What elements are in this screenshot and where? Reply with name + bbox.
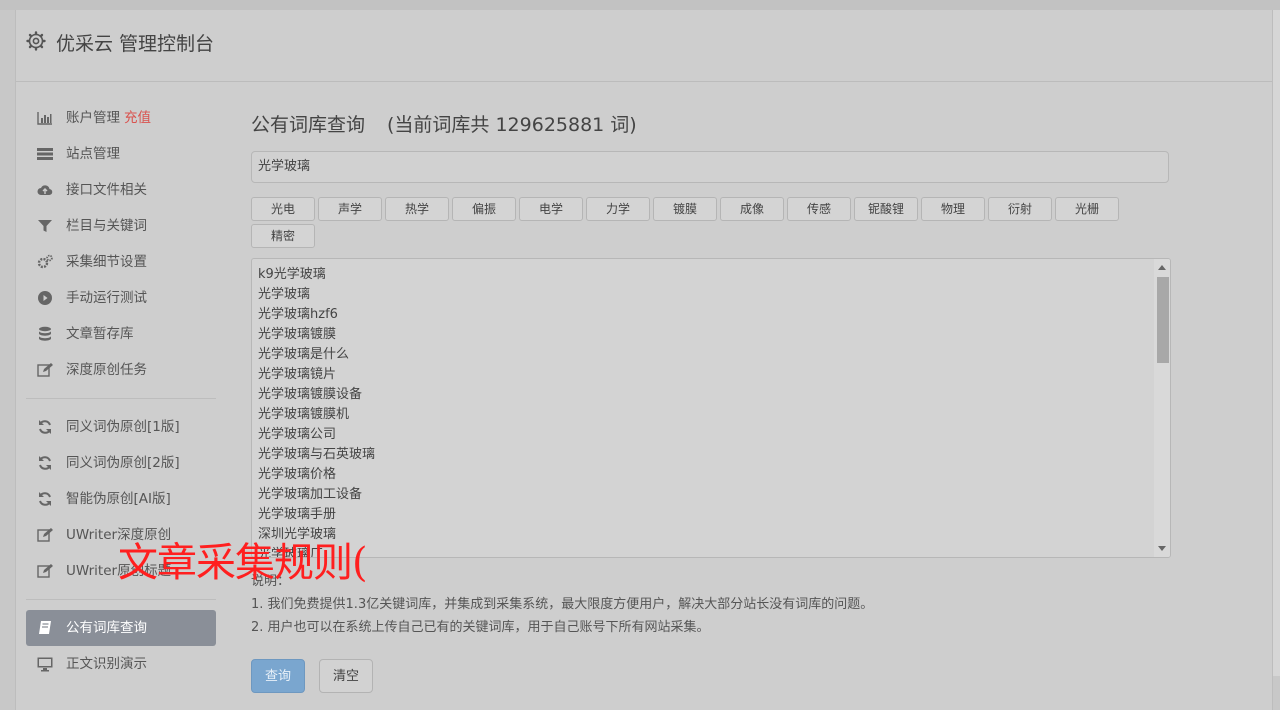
database-icon	[39, 326, 51, 341]
tag-list: 光电 声学 热学 偏振 电学 力学 镀膜 成像 传感 铌酸锂 物理 衍射 光栅 …	[251, 197, 1171, 251]
page-title-text: 公有词库查询	[251, 114, 366, 136]
page-title: 公有词库查询 (当前词库共 129625881 词)	[251, 108, 1171, 142]
sidebar-item-synonym-v2[interactable]: 同义词伪原创[2版]	[26, 445, 216, 481]
refresh-icon	[39, 492, 51, 506]
tag-button[interactable]: 铌酸锂	[854, 197, 918, 221]
bar-chart-icon	[37, 112, 52, 125]
refresh-icon	[39, 456, 51, 470]
tag-button[interactable]: 物理	[921, 197, 985, 221]
sidebar-item-interface-files[interactable]: 接口文件相关	[26, 172, 216, 208]
sidebar-item-label: 栏目与关键词	[66, 218, 147, 234]
sidebar-item-ai-rewrite[interactable]: 智能伪原创[AI版]	[26, 481, 216, 517]
book-icon	[39, 621, 51, 634]
app-title: 优采云 管理控制台	[56, 33, 215, 55]
play-icon	[38, 291, 52, 305]
tag-button[interactable]: 成像	[720, 197, 784, 221]
sidebar-item-synonym-v1[interactable]: 同义词伪原创[1版]	[26, 409, 216, 445]
page-scrollbar[interactable]	[1272, 10, 1280, 676]
list-icon	[37, 148, 53, 160]
sidebar-divider	[26, 599, 216, 600]
tag-button[interactable]: 传感	[787, 197, 851, 221]
sidebar-item-article-storage[interactable]: 文章暂存库	[26, 316, 216, 352]
main-panel: 优采云 管理控制台 账户管理 充值 站点管理 接口文件相关 栏目与关键词 采集细节…	[15, 10, 1273, 710]
sidebar-item-label: 同义词伪原创[2版]	[66, 455, 180, 471]
sidebar-item-label: 账户管理	[66, 110, 120, 126]
notes: 说明： 1. 我们免费提供1.3亿关键词库，并集成到采集系统，最大限度方便用户，…	[251, 570, 1171, 639]
sidebar-item-label: 深度原创任务	[66, 362, 147, 378]
tag-button[interactable]: 精密	[251, 224, 315, 248]
list-item: k9光学玻璃	[258, 267, 326, 282]
sidebar: 账户管理 充值 站点管理 接口文件相关 栏目与关键词 采集细节设置 手动运行测试 …	[26, 100, 216, 682]
list-item: 光学玻璃加工设备	[258, 487, 363, 502]
sidebar-item-label: 智能伪原创[AI版]	[66, 491, 171, 507]
header: 优采云 管理控制台	[16, 10, 1272, 82]
list-item: 光学玻璃手册	[258, 507, 337, 522]
tag-button[interactable]: 力学	[586, 197, 650, 221]
recharge-link[interactable]: 充值	[124, 110, 151, 126]
list-item: 光学玻璃镀膜	[258, 327, 337, 342]
lexicon-count: (当前词库共 129625881 词)	[387, 114, 637, 136]
list-item: 光学玻璃镀膜机	[258, 407, 350, 422]
tag-button[interactable]: 偏振	[452, 197, 516, 221]
main-content: 公有词库查询 (当前词库共 129625881 词) 光学玻璃 光电 声学 热学 …	[251, 108, 1171, 693]
list-item: 光学玻璃	[258, 287, 311, 302]
tag-button[interactable]: 镀膜	[653, 197, 717, 221]
edit-icon	[37, 564, 53, 578]
tag-button[interactable]: 光栅	[1055, 197, 1119, 221]
button-row: 查询 清空	[251, 659, 1171, 693]
tag-button[interactable]: 热学	[385, 197, 449, 221]
results-textarea[interactable]: k9光学玻璃 光学玻璃 光学玻璃hzf6 光学玻璃镀膜 光学玻璃是什么 光学玻璃…	[251, 258, 1171, 558]
filter-icon	[38, 220, 52, 232]
sidebar-item-label: 同义词伪原创[1版]	[66, 419, 180, 435]
query-button[interactable]: 查询	[251, 659, 306, 693]
sidebar-item-label: 站点管理	[66, 146, 120, 162]
results-scrollbar[interactable]	[1154, 259, 1170, 557]
sidebar-divider	[26, 398, 216, 399]
note-line: 2. 用户也可以在系统上传自己已有的关键词库，用于自己账号下所有网站采集。	[251, 620, 710, 635]
sidebar-item-public-lexicon[interactable]: 公有词库查询	[26, 610, 216, 646]
sidebar-item-label: 手动运行测试	[66, 290, 147, 306]
note-line: 1. 我们免费提供1.3亿关键词库，并集成到采集系统，最大限度方便用户，解决大部…	[251, 597, 874, 612]
results-list: k9光学玻璃 光学玻璃 光学玻璃hzf6 光学玻璃镀膜 光学玻璃是什么 光学玻璃…	[258, 265, 376, 557]
list-item: 光学玻璃镀膜设备	[258, 387, 363, 402]
gears-icon	[37, 254, 53, 269]
tag-button[interactable]: 光电	[251, 197, 315, 221]
tag-button[interactable]: 电学	[519, 197, 583, 221]
sidebar-item-label: 采集细节设置	[66, 254, 147, 270]
list-item: 光学玻璃镜片	[258, 367, 337, 382]
sidebar-item-columns-keywords[interactable]: 栏目与关键词	[26, 208, 216, 244]
keyword-input[interactable]: 光学玻璃	[251, 151, 1169, 183]
sidebar-item-manual-run[interactable]: 手动运行测试	[26, 280, 216, 316]
sidebar-item-deep-original-task[interactable]: 深度原创任务	[26, 352, 216, 388]
notes-title: 说明：	[251, 574, 291, 589]
sidebar-item-account[interactable]: 账户管理 充值	[26, 100, 216, 136]
scroll-up-icon[interactable]	[1158, 265, 1166, 270]
sidebar-item-label: 文章暂存库	[66, 326, 134, 342]
edit-icon	[37, 363, 53, 377]
tag-button[interactable]: 衍射	[988, 197, 1052, 221]
edit-icon	[37, 528, 53, 542]
monitor-icon	[37, 657, 53, 672]
refresh-icon	[39, 420, 51, 434]
list-item: 光学玻璃hzf6	[258, 307, 338, 322]
sidebar-item-label: 公有词库查询	[66, 620, 147, 636]
sidebar-item-sites[interactable]: 站点管理	[26, 136, 216, 172]
list-item: 光学玻璃是什么	[258, 347, 350, 362]
scroll-down-icon[interactable]	[1158, 546, 1166, 551]
list-item: 光学玻璃与石英玻璃	[258, 447, 376, 462]
list-item: 光学玻璃公司	[258, 427, 337, 442]
sidebar-item-body-recognition[interactable]: 正文识别演示	[26, 646, 216, 682]
tag-button[interactable]: 声学	[318, 197, 382, 221]
cloud-upload-icon	[37, 185, 53, 196]
sidebar-item-label: 接口文件相关	[66, 182, 147, 198]
sidebar-item-label: 正文识别演示	[66, 656, 147, 672]
top-strip	[0, 0, 1280, 10]
overlay-caption: 文章采集规则(	[118, 540, 368, 586]
gear-icon	[26, 31, 46, 51]
list-item: 光学玻璃价格	[258, 467, 337, 482]
scrollbar-thumb[interactable]	[1157, 277, 1169, 363]
clear-button[interactable]: 清空	[319, 659, 374, 693]
sidebar-item-collect-settings[interactable]: 采集细节设置	[26, 244, 216, 280]
